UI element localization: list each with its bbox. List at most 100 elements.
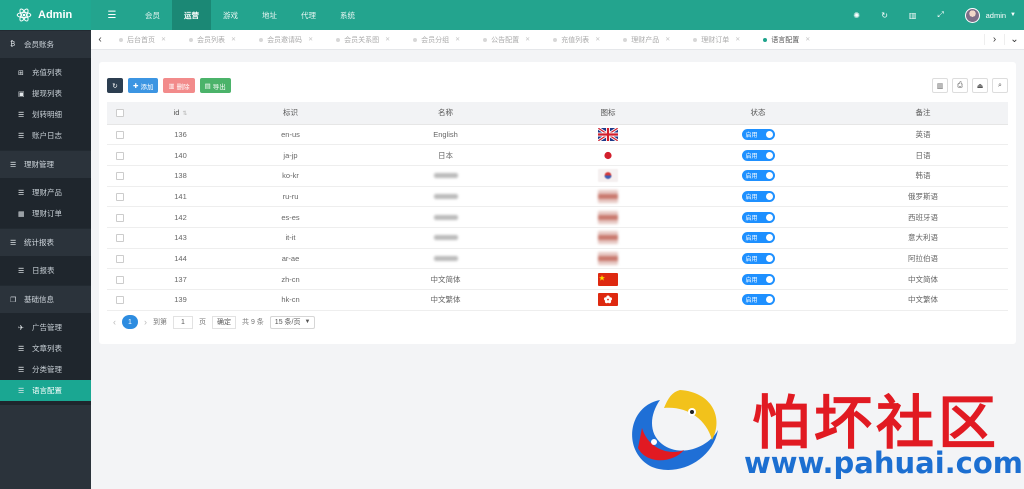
- close-icon[interactable]: ✕: [231, 36, 236, 43]
- sidebar-item-language-config[interactable]: ☰ 语言配置: [0, 380, 91, 401]
- tab-dashboard[interactable]: 后台首页 ✕: [109, 30, 179, 50]
- print-icon[interactable]: ⎙: [952, 78, 968, 93]
- close-icon[interactable]: ✕: [525, 36, 530, 43]
- top-menu-system[interactable]: 系统: [328, 0, 367, 30]
- refresh-button[interactable]: ↻: [107, 78, 123, 93]
- table-row[interactable]: 138 ko-kr 启用 韩语: [107, 165, 1008, 187]
- row-checkbox[interactable]: [107, 248, 133, 270]
- sidebar-item-finance-products[interactable]: ☰ 理财产品: [0, 182, 91, 203]
- fullscreen-icon[interactable]: ⤢: [927, 10, 955, 20]
- tab-finance-orders[interactable]: 理财订单 ✕: [683, 30, 753, 50]
- row-checkbox[interactable]: [107, 206, 133, 228]
- row-checkbox[interactable]: [107, 124, 133, 146]
- close-icon[interactable]: ✕: [735, 36, 740, 43]
- table-row[interactable]: 139 hk-cn 中文繁体 启用 中文繁体: [107, 289, 1008, 311]
- close-icon[interactable]: ✕: [385, 36, 390, 43]
- sidebar-item-ads[interactable]: ✈ 广告管理: [0, 317, 91, 338]
- table-header-row: id ⇅ 标识 名称 图标 状态 备注: [107, 102, 1008, 125]
- close-icon[interactable]: ✕: [805, 36, 810, 43]
- table-row[interactable]: 141 ru-ru 启用 俄罗斯语: [107, 186, 1008, 208]
- top-menu-members[interactable]: 会员: [133, 0, 172, 30]
- tab-finance-products[interactable]: 理财产品 ✕: [613, 30, 683, 50]
- columns-icon[interactable]: ▥: [932, 78, 948, 93]
- status-switch[interactable]: 启用: [741, 232, 775, 244]
- menu-toggle-icon[interactable]: ☰: [91, 10, 133, 21]
- tab-language-config[interactable]: 语言配置 ✕: [753, 30, 823, 50]
- close-icon[interactable]: ✕: [455, 36, 460, 43]
- tab-notice-config[interactable]: 公告配置 ✕: [473, 30, 543, 50]
- sidebar-item-withdraw[interactable]: ▣ 提现列表: [0, 83, 91, 104]
- close-icon[interactable]: ✕: [665, 36, 670, 43]
- table-row[interactable]: 144 ar-ae 启用 阿拉伯语: [107, 248, 1008, 270]
- tab-recharge-list[interactable]: 充值列表 ✕: [543, 30, 613, 50]
- sidebar-item-daily-report[interactable]: ☰ 日报表: [0, 260, 91, 281]
- delete-label: 删除: [176, 83, 190, 91]
- next-page-icon[interactable]: ›: [144, 317, 147, 327]
- sidebar-group-basic-info[interactable]: ❐ 基础信息: [0, 285, 91, 313]
- chevron-down-icon: ▼: [1010, 12, 1016, 18]
- table-row[interactable]: 136 en-us English 启用 英语: [107, 124, 1008, 146]
- search-icon[interactable]: ⌕: [992, 78, 1008, 93]
- status-switch[interactable]: 启用: [741, 170, 775, 182]
- page-current[interactable]: 1: [122, 315, 138, 329]
- logo[interactable]: Admin: [0, 0, 91, 30]
- row-checkbox[interactable]: [107, 268, 133, 290]
- status-switch[interactable]: 启用: [741, 190, 775, 202]
- status-switch[interactable]: 启用: [741, 294, 775, 306]
- export-button[interactable]: ▤ 导出: [199, 78, 231, 93]
- top-menu-games[interactable]: 游戏: [211, 0, 250, 30]
- refresh-cache-icon[interactable]: ↻: [871, 11, 899, 20]
- status-switch[interactable]: 启用: [741, 211, 775, 223]
- row-checkbox[interactable]: [107, 186, 133, 208]
- top-menu-address[interactable]: 地址: [250, 0, 289, 30]
- sidebar-group-reports[interactable]: ☰ 统计报表: [0, 228, 91, 256]
- sidebar-item-label: 广告管理: [32, 323, 62, 332]
- row-checkbox[interactable]: [107, 289, 133, 311]
- sidebar-item-transfer[interactable]: ☰ 划转明细: [0, 104, 91, 125]
- sidebar-item-recharge[interactable]: ⊞ 充值列表: [0, 62, 91, 83]
- sidebar-item-categories[interactable]: ☰ 分类管理: [0, 359, 91, 380]
- close-icon[interactable]: ✕: [595, 36, 600, 43]
- row-checkbox[interactable]: [107, 144, 133, 166]
- status-switch[interactable]: 启用: [741, 149, 775, 161]
- goto-label: 到第: [153, 319, 167, 326]
- top-menu-operations[interactable]: 运营: [172, 0, 211, 30]
- sidebar-item-account-log[interactable]: ☰ 账户日志: [0, 125, 91, 146]
- sidebar-group-finance[interactable]: ☰ 理财管理: [0, 150, 91, 178]
- sidebar-group-account[interactable]: ₿ 会员账务: [0, 30, 91, 58]
- tab-dot: [483, 37, 488, 42]
- tab-member-groups[interactable]: 会员分组 ✕: [403, 30, 473, 50]
- tab-scroll-left-icon[interactable]: ‹: [91, 34, 109, 45]
- tab-member-list[interactable]: 会员列表 ✕: [179, 30, 249, 50]
- tab-invite-code[interactable]: 会员邀请码 ✕: [249, 30, 326, 50]
- close-icon[interactable]: ✕: [161, 36, 166, 43]
- theme-icon[interactable]: ✺: [843, 11, 871, 20]
- status-switch[interactable]: 启用: [741, 252, 775, 264]
- tab-options-chevron-icon[interactable]: ⌄: [1004, 34, 1024, 45]
- row-checkbox[interactable]: [107, 165, 133, 187]
- page-size-select[interactable]: 15 条/页 ▼: [269, 315, 316, 329]
- goto-confirm-button[interactable]: 确定: [212, 315, 236, 329]
- sidebar-item-articles[interactable]: ☰ 文章列表: [0, 338, 91, 359]
- table-row[interactable]: 140 ja-jp 日本 启用 日语: [107, 144, 1008, 166]
- goto-page-input[interactable]: 1: [173, 315, 193, 329]
- table-row[interactable]: 137 zh-cn 中文简体 启用 中文简体: [107, 268, 1008, 290]
- column-header-id[interactable]: id ⇅: [133, 102, 228, 125]
- status-switch[interactable]: 启用: [741, 128, 775, 140]
- delete-button[interactable]: ▥ 删除: [163, 78, 195, 93]
- trash-icon[interactable]: ▥: [899, 11, 927, 20]
- sidebar-item-finance-orders[interactable]: ▦ 理财订单: [0, 203, 91, 224]
- status-switch[interactable]: 启用: [741, 273, 775, 285]
- export-icon[interactable]: ⏏: [972, 78, 988, 93]
- tab-member-graph[interactable]: 会员关系图 ✕: [326, 30, 403, 50]
- row-checkbox[interactable]: [107, 227, 133, 249]
- tab-scroll-right-icon[interactable]: ›: [984, 34, 1004, 45]
- close-icon[interactable]: ✕: [308, 36, 313, 43]
- add-button[interactable]: ✚ 添加: [128, 78, 159, 93]
- table-row[interactable]: 142 es-es 启用 西班牙语: [107, 206, 1008, 228]
- user-menu[interactable]: admin ▼: [955, 7, 1024, 23]
- prev-page-icon[interactable]: ‹: [113, 317, 116, 327]
- table-row[interactable]: 143 it-it 启用 意大利语: [107, 227, 1008, 249]
- select-all-checkbox[interactable]: [107, 102, 133, 125]
- top-menu-agents[interactable]: 代理: [289, 0, 328, 30]
